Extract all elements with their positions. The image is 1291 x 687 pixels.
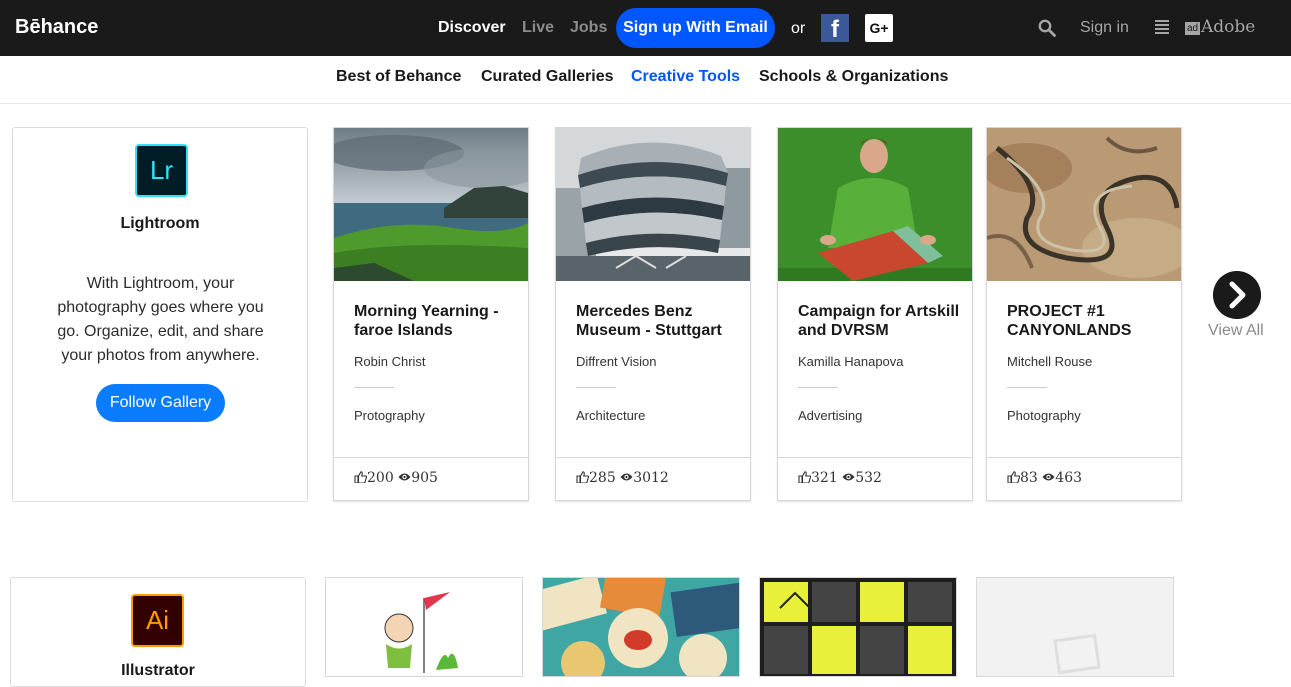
thumbs-up-icon [576,471,589,483]
subnav-creative-tools[interactable]: Creative Tools [631,68,740,86]
nav-jobs[interactable]: Jobs [570,19,607,37]
eye-icon [842,473,855,481]
eye-icon [398,473,411,481]
project-thumbnail[interactable] [556,128,750,281]
follow-gallery-button[interactable]: Follow Gallery [96,384,225,422]
project-field[interactable]: Photography [1007,408,1081,423]
gallery-description: With Lightroom, your photography goes wh… [57,275,264,364]
divider [798,387,838,388]
appreciation-count: 321 [811,470,838,486]
project-thumbnail[interactable] [325,577,523,677]
project-thumbnail[interactable] [987,128,1181,281]
project-card[interactable]: Morning Yearning - faroe Islands Robin C… [333,127,529,501]
view-count: 463 [1055,470,1083,486]
project-title[interactable]: Morning Yearning - faroe Islands [354,302,519,340]
eye-icon [1042,473,1055,481]
project-owner[interactable]: Robin Christ [354,354,426,369]
project-thumbnail[interactable] [334,128,528,281]
project-stats: 285 3012 [556,457,750,500]
adobe-link[interactable]: ad Adobe [1185,17,1255,37]
behance-logo[interactable]: Bēhance [15,16,98,39]
appreciation-count: 200 [367,470,394,486]
nav-discover[interactable]: Discover [438,19,506,37]
view-count: 532 [855,470,882,486]
thumbs-up-icon [1007,471,1020,483]
sign-in-link[interactable]: Sign in [1080,19,1129,37]
project-field[interactable]: Advertising [798,408,862,423]
top-navigation-bar: Bēhance Discover Live Jobs Sign up With … [0,0,1291,56]
nav-live[interactable]: Live [522,19,554,37]
signup-email-button[interactable]: Sign up With Email [616,8,775,48]
view-all-link[interactable]: View All [1208,322,1264,340]
project-field[interactable]: Architecture [576,408,645,423]
subnav-curated-galleries[interactable]: Curated Galleries [481,68,614,86]
adobe-label: Adobe [1201,17,1256,37]
menu-icon[interactable] [1155,20,1169,34]
illustrator-app-icon: Ai [131,594,184,647]
or-label: or [791,20,806,37]
project-thumbnail[interactable] [759,577,957,677]
project-card[interactable]: PROJECT #1 CANYONLANDS Mitchell Rouse Ph… [986,127,1182,501]
project-field[interactable]: Protography [354,408,425,423]
facebook-icon[interactable]: f [821,14,849,42]
project-card[interactable]: Campaign for Artskill and DVRSM Kamilla … [777,127,973,501]
subnav-schools-organizations[interactable]: Schools & Organizations [759,68,948,86]
project-card[interactable]: Mercedes Benz Museum - Stuttgart Diffren… [555,127,751,501]
view-count: 3012 [633,470,669,486]
thumbs-up-icon [798,471,811,483]
chevron-right-icon[interactable] [1213,271,1261,319]
project-stats: 321 532 [778,457,972,500]
project-title[interactable]: PROJECT #1 CANYONLANDS [1007,302,1172,340]
lightroom-app-icon: Lr [135,144,188,197]
project-owner[interactable]: Diffrent Vision [576,354,656,369]
divider [576,387,616,388]
divider [1007,387,1047,388]
project-owner[interactable]: Mitchell Rouse [1007,354,1092,369]
adobe-logo-icon: ad [1185,22,1200,35]
gallery-title[interactable]: Lightroom [13,215,307,233]
project-thumbnail-placeholder[interactable] [976,577,1174,677]
subnav-best-of-behance[interactable]: Best of Behance [336,68,461,86]
project-title[interactable]: Mercedes Benz Museum - Stuttgart [576,302,741,340]
appreciation-count: 285 [589,470,616,486]
search-icon[interactable] [1038,19,1056,37]
gallery-intro-card: Lr Lightroom With Lightroom, your photog… [12,127,308,502]
project-stats: 83 463 [987,457,1181,500]
gallery-intro-card: Ai Illustrator [10,577,306,687]
thumbs-up-icon [354,471,367,483]
eye-icon [620,473,633,481]
project-thumbnail[interactable] [778,128,972,281]
project-title[interactable]: Campaign for Artskill and DVRSM [798,302,963,340]
project-thumbnail[interactable] [542,577,740,677]
gallery-title[interactable]: Illustrator [11,662,305,680]
appreciation-count: 83 [1020,470,1038,486]
secondary-navigation: Best of Behance Curated Galleries Creati… [0,56,1291,104]
view-count: 905 [411,470,438,486]
project-owner[interactable]: Kamilla Hanapova [798,354,904,369]
divider [354,387,394,388]
google-plus-icon[interactable]: G+ [865,14,893,42]
project-stats: 200 905 [334,457,528,500]
